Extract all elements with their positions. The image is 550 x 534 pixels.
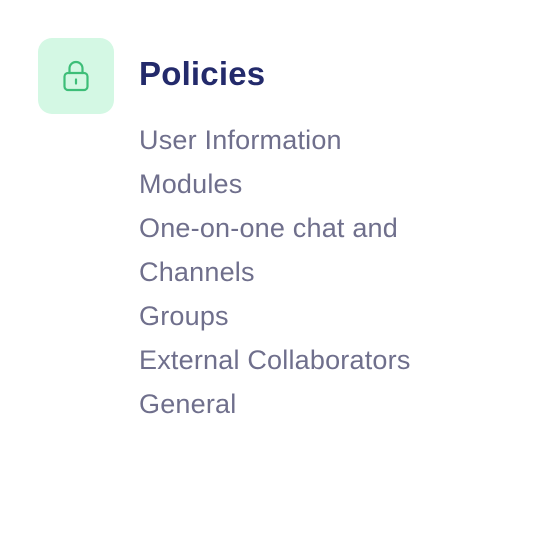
link-modules[interactable]: Modules	[139, 162, 469, 206]
link-external-collaborators[interactable]: External Collaborators	[139, 338, 469, 382]
section-title: Policies	[139, 55, 266, 92]
link-one-on-one-chat-and-channels[interactable]: One-on-one chat and Channels	[139, 206, 469, 294]
lock-icon	[61, 59, 91, 93]
link-groups[interactable]: Groups	[139, 294, 469, 338]
link-general[interactable]: General	[139, 382, 469, 426]
link-user-information[interactable]: User Information	[139, 118, 469, 162]
policies-section: Policies User Information Modules One-on…	[0, 0, 550, 534]
policies-icon-tile	[38, 38, 114, 114]
policy-links-list: User Information Modules One-on-one chat…	[139, 118, 469, 426]
